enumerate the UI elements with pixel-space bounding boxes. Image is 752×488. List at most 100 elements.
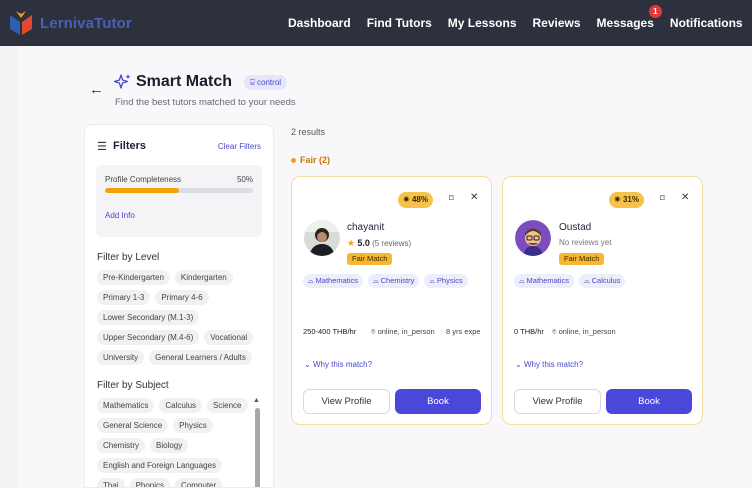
subject-tags: ⌓ Mathematics ⌓ Calculus	[514, 274, 630, 288]
why-match-label: Why this match?	[312, 360, 373, 369]
book-icon: ⌓	[308, 278, 314, 285]
level-chip[interactable]: Vocational	[204, 330, 254, 345]
messages-badge: 1	[648, 5, 662, 18]
subject-chip[interactable]: Mathematics	[97, 398, 155, 413]
match-level-pill: Fair Match	[347, 253, 393, 265]
subject-chip[interactable]: Chemistry	[97, 438, 146, 453]
match-level-pill: Fair Match	[559, 253, 605, 265]
teaching-mode: ⌾ online, in_person	[371, 327, 435, 337]
tutor-cartoon-avatar	[515, 220, 551, 256]
tutor-name: Oustad	[559, 222, 592, 233]
nav-find-tutors[interactable]: Find Tutors	[367, 16, 432, 30]
nav-messages[interactable]: Messages 1	[597, 5, 662, 30]
page-subtitle: Find the best tutors matched to your nee…	[115, 97, 296, 108]
location-pin-icon: ⌾	[552, 327, 559, 336]
subject-chip[interactable]: Biology	[150, 438, 189, 453]
subject-chip[interactable]: Phonics	[129, 478, 171, 487]
subject-chip[interactable]: Calculus	[159, 398, 203, 413]
why-match-toggle[interactable]: ⌄ Why this match?	[515, 360, 583, 369]
teaching-mode-label: online, in_person	[558, 327, 616, 336]
sparkle-score-icon: ✷	[403, 195, 412, 204]
subject-tag-label: Mathematics	[526, 276, 570, 285]
tutor-experience: 8 yrs expe	[446, 327, 481, 336]
level-chip[interactable]: Lower Secondary (M.1-3)	[97, 310, 200, 325]
tutor-rating: ★ 5.0 (5 reviews)	[347, 238, 411, 249]
top-nav: LernivaTutor Dashboard Find Tutors My Le…	[0, 0, 752, 46]
results-count: 2 results	[291, 127, 326, 137]
nav-dashboard[interactable]: Dashboard	[288, 16, 351, 30]
chevron-down-icon: ⌄	[515, 360, 524, 369]
level-chip[interactable]: Primary 4-6	[155, 290, 209, 305]
scrollbar-thumb[interactable]	[255, 408, 260, 487]
subject-tag: ⌓ Chemistry	[368, 274, 420, 288]
bookmark-icon[interactable]: ⌑	[660, 193, 665, 204]
level-chip[interactable]: Kindergarten	[174, 270, 233, 285]
completeness-label: Profile Completeness	[105, 175, 182, 184]
nav-notifications[interactable]: Notifications	[670, 16, 743, 30]
level-chip[interactable]: Upper Secondary (M.4-6)	[97, 330, 200, 345]
fair-group-dot	[291, 158, 296, 163]
tutor-name: chayanit	[347, 222, 385, 233]
why-match-label: Why this match?	[523, 360, 584, 369]
control-badge-label: control	[257, 78, 282, 87]
brand-name: LernivaTutor	[40, 14, 132, 32]
close-icon[interactable]: ✕	[470, 192, 478, 203]
subject-tag-label: Physics	[436, 276, 463, 285]
brand-logo[interactable]: LernivaTutor	[6, 9, 132, 37]
level-chip[interactable]: Primary 1-3	[97, 290, 151, 305]
filters-panel: ☰ Filters Clear Filters Profile Complete…	[84, 124, 274, 488]
subject-tag-label: Chemistry	[380, 276, 415, 285]
level-chip[interactable]: University	[97, 350, 145, 365]
scroll-up-arrow-icon[interactable]: ▲	[253, 397, 260, 404]
subject-tag-label: Mathematics	[315, 276, 359, 285]
add-info-link[interactable]: Add Info	[105, 211, 135, 220]
subject-chip[interactable]: General Science	[97, 418, 169, 433]
subject-tag: ⌓ Mathematics	[303, 274, 364, 288]
level-chip[interactable]: Pre-Kindergarten	[97, 270, 170, 285]
level-chips: Pre-Kindergarten Kindergarten Primary 1-…	[97, 270, 265, 370]
tutor-avatar	[515, 220, 551, 256]
book-icon: ⌓	[519, 278, 525, 285]
subject-chips: Mathematics Calculus Science General Sci…	[97, 398, 255, 487]
match-score-badge: ✷ 48%	[398, 192, 433, 208]
view-profile-button[interactable]: View Profile	[303, 389, 390, 414]
subject-chip[interactable]: Science	[207, 398, 248, 413]
level-chip[interactable]: General Learners / Adults	[149, 350, 252, 365]
tutor-avatar	[304, 220, 340, 256]
book-button[interactable]: Book	[606, 389, 692, 414]
why-match-toggle[interactable]: ⌄ Why this match?	[304, 360, 372, 369]
subject-chip[interactable]: Thai	[97, 478, 125, 487]
match-score-badge: ✷ 31%	[609, 192, 644, 208]
clear-filters-link[interactable]: Clear Filters	[218, 142, 261, 151]
bookmark-icon[interactable]: ⌑	[449, 193, 454, 204]
subject-tag: ⌓ Mathematics	[514, 274, 575, 288]
book-icon: ⌓	[429, 278, 435, 285]
flask-icon: ⌸	[250, 78, 258, 87]
fair-group-label: Fair (2)	[300, 155, 331, 165]
back-arrow-icon[interactable]: ←	[89, 81, 104, 98]
book-button[interactable]: Book	[395, 389, 481, 414]
completeness-bar-fill	[105, 188, 179, 193]
tutor-price: 250-400 THB/hr	[303, 327, 357, 336]
sparkle-score-icon: ✷	[614, 195, 623, 204]
filters-title: Filters	[113, 140, 147, 152]
sparkles-icon	[114, 74, 131, 89]
tutor-photo	[304, 220, 340, 256]
subject-chip[interactable]: Physics	[173, 418, 213, 433]
teaching-mode: ⌾ online, in_person	[552, 327, 616, 337]
view-profile-button[interactable]: View Profile	[514, 389, 601, 414]
rating-value: 5.0	[357, 238, 370, 248]
book-icon: ⌓	[373, 278, 379, 285]
tutor-card: ✷ 31% ⌑ ✕ Oustad No reviews yet Fair Mat…	[502, 176, 703, 425]
subject-tag-label: Calculus	[591, 276, 621, 285]
no-reviews-text: No reviews yet	[559, 238, 612, 247]
nav-my-lessons[interactable]: My Lessons	[448, 16, 517, 30]
subject-chip[interactable]: English and Foreign Languages	[97, 458, 222, 473]
subject-filter-title: Filter by Subject	[97, 380, 169, 391]
profile-completeness-card: Profile Completeness 50% Add Info	[96, 165, 262, 237]
subject-tag: ⌓ Calculus	[579, 274, 626, 288]
close-icon[interactable]: ✕	[681, 192, 689, 203]
subject-chip[interactable]: Computer	[175, 478, 223, 487]
nav-reviews[interactable]: Reviews	[533, 16, 581, 30]
chevron-down-icon: ⌄	[304, 360, 313, 369]
